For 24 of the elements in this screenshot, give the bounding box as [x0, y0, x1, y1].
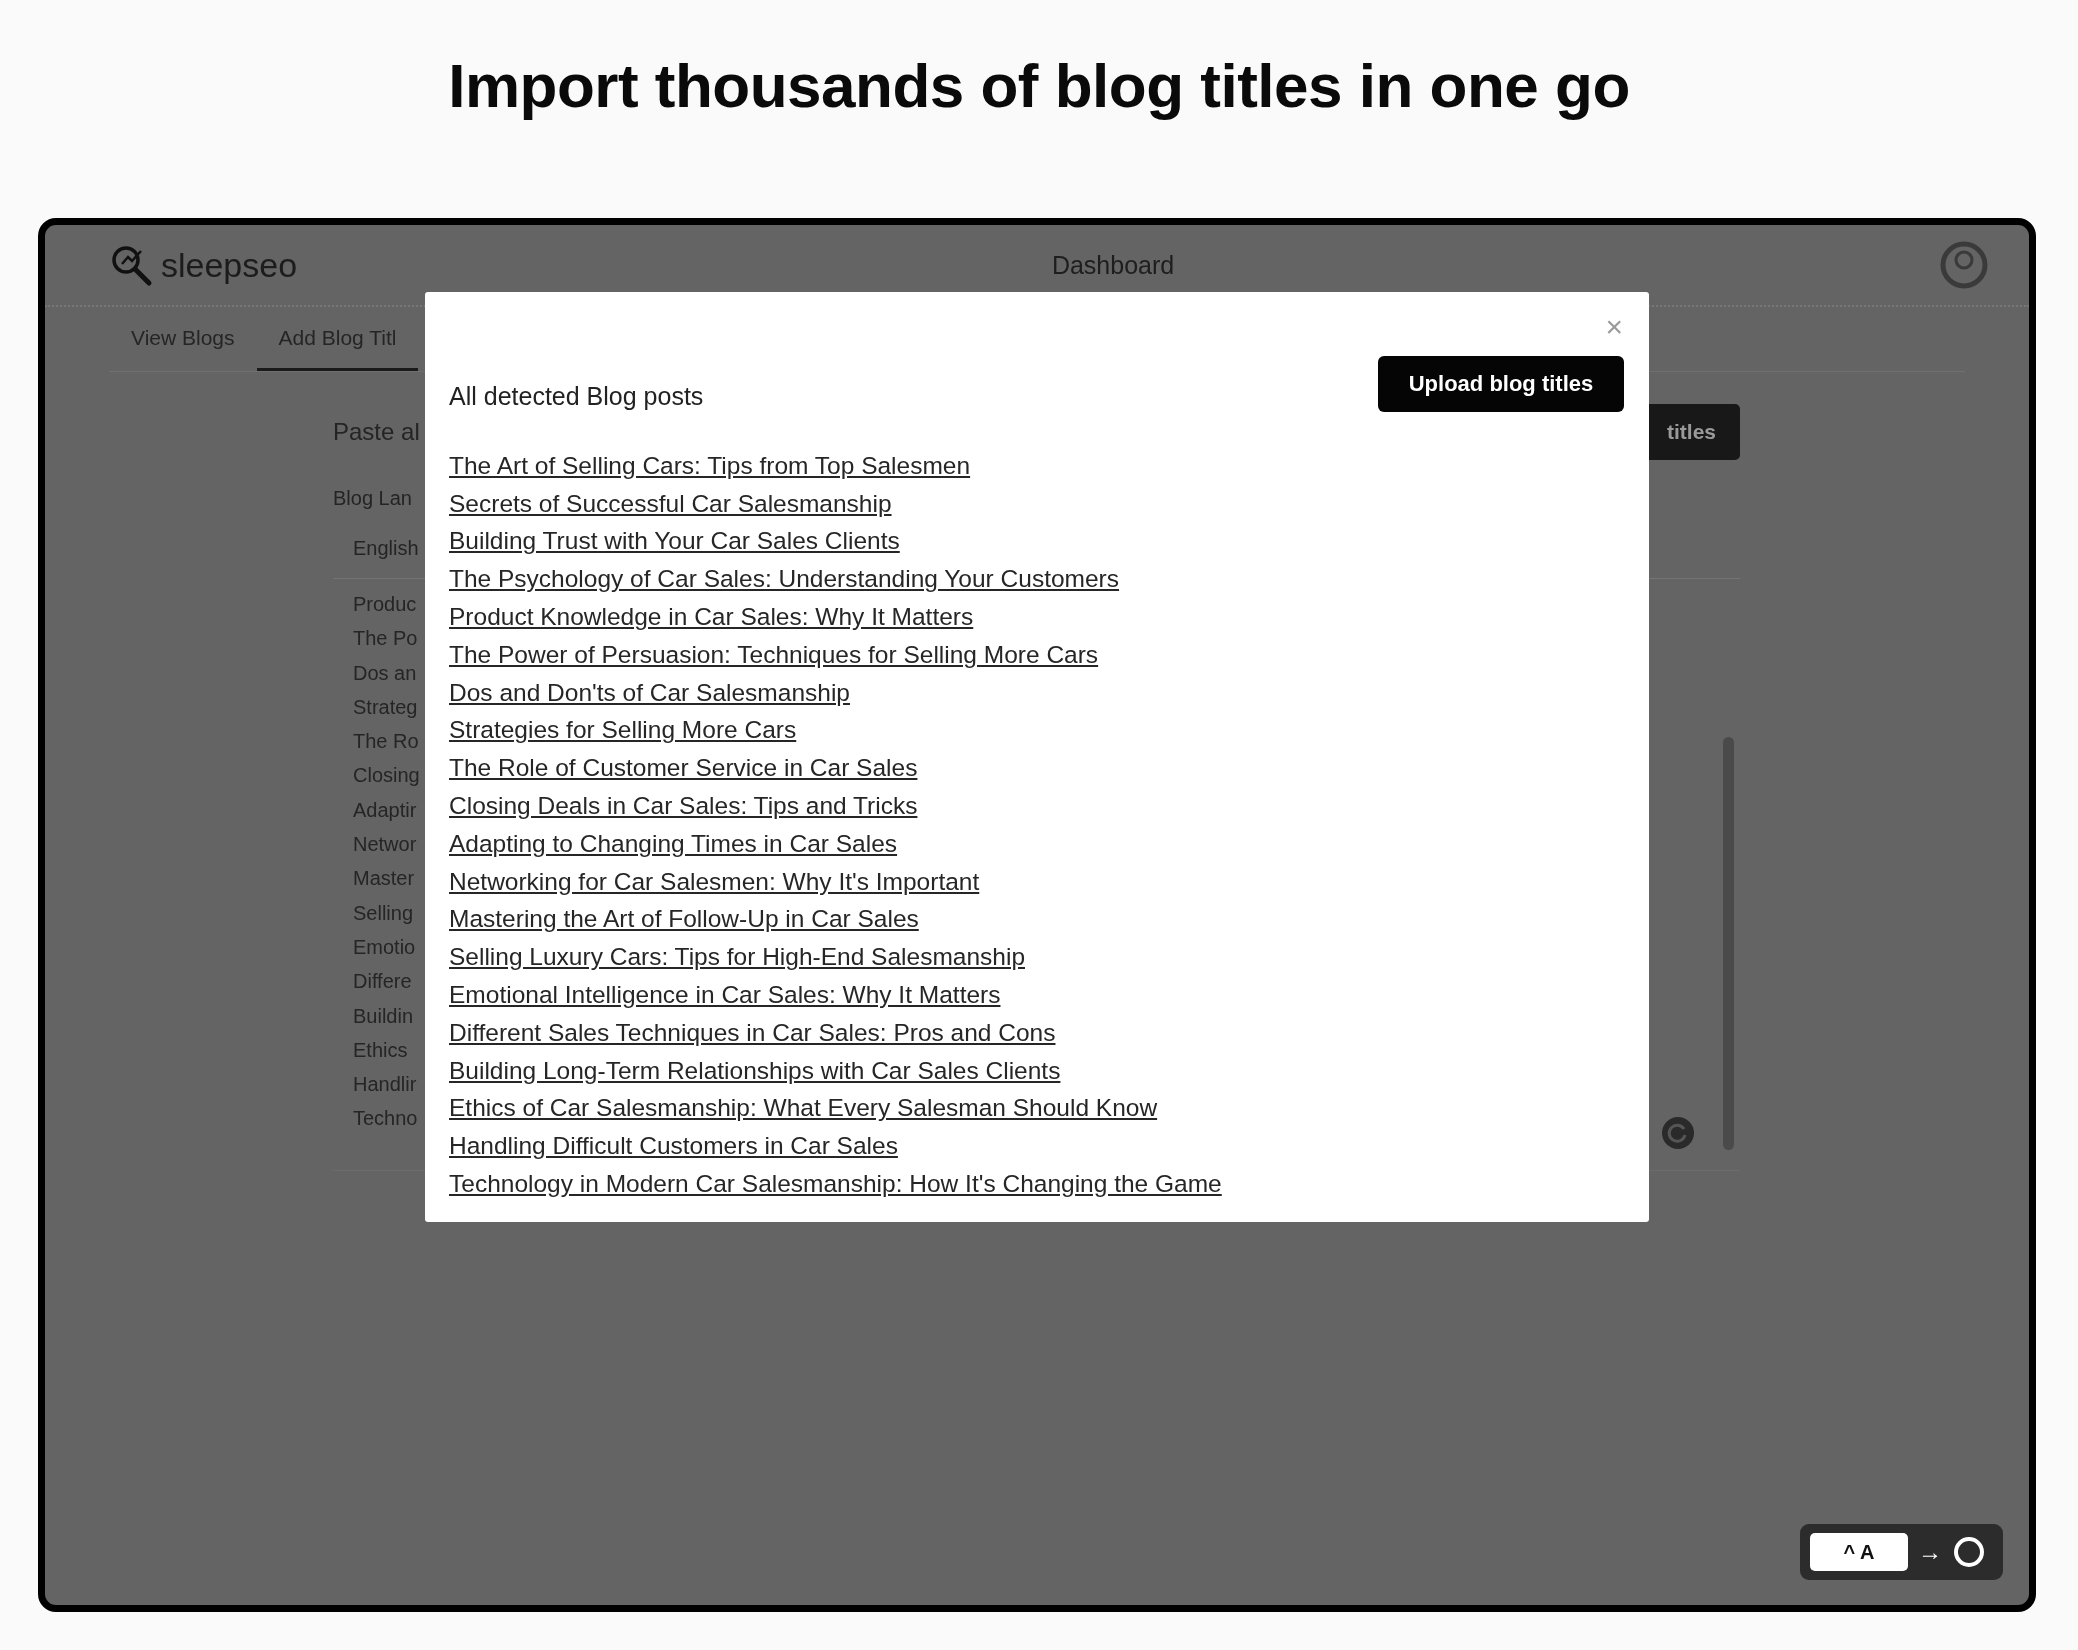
title-line: The Po [353, 626, 418, 652]
title-line: Dos an [353, 660, 417, 686]
title-line: Strateg [353, 694, 418, 720]
title-line: Produc [353, 592, 417, 617]
title-line: Adaptir [353, 797, 417, 823]
prompt-text: Paste al [333, 418, 420, 446]
logo-text: sleepseo [161, 245, 298, 285]
title-line: Techno [353, 1106, 418, 1132]
page-title: Dashboard [1051, 250, 1175, 280]
title-line: Master [353, 866, 415, 892]
title-line: Selling [353, 900, 414, 926]
page-title: Import thousands of blog titles in one go [448, 49, 1630, 121]
title-line: Handlir [353, 1072, 417, 1098]
title-line: Closing [353, 763, 420, 789]
modal-title: All detected Blog posts [449, 381, 704, 411]
field-label: Blog Lan [333, 487, 412, 510]
title-line: Emotio [353, 934, 416, 960]
title-line: Ethics [353, 1037, 408, 1063]
title-line: Networ [353, 832, 417, 858]
title-line: The Ro [353, 729, 419, 755]
title-line: Differe [353, 969, 412, 995]
arrow-glyph: → [1918, 1538, 1942, 1566]
title-line: Buildin [353, 1003, 414, 1029]
key-cap: ^ A [1810, 1533, 1908, 1571]
